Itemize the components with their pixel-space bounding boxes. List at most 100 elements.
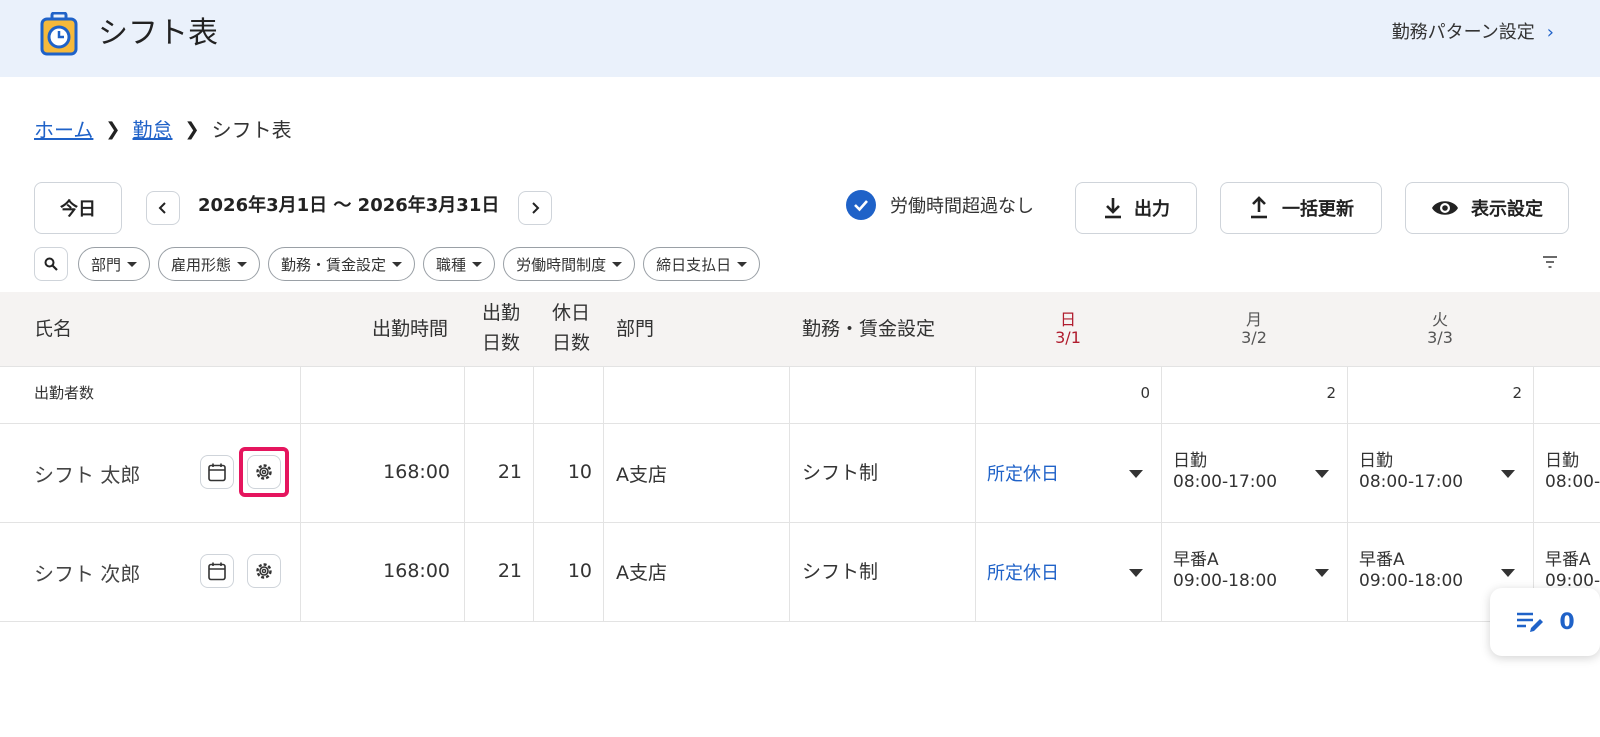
header-work-time: 出勤時間 [372,318,449,340]
overtime-check-status: 労働時間超過なし [846,190,1034,220]
shift-time: 08:00-17:00 [1545,472,1600,492]
attendee-count: 0 [1140,384,1150,402]
filter-list-icon[interactable] [1542,256,1558,268]
filter-working-hours-system[interactable]: 労働時間制度 [503,247,636,281]
caret-down-icon [392,261,403,267]
chevron-right-icon: › [1546,22,1554,43]
work-days-value: 21 [497,560,522,582]
header-off-days-line2: 日数 [552,332,591,354]
shift-select[interactable]: 日勤 08:00-17:00 [1161,424,1341,520]
shift-name: 日勤 [1173,451,1207,471]
filter-job-type[interactable]: 職種 [423,247,496,281]
shift-holiday-label: 所定休日 [987,464,1059,485]
breadcrumb: ホーム ❯ 勤怠 ❯ シフト表 [34,116,292,144]
wage-setting-value: シフト制 [802,462,879,484]
shift-time: 08:00-17:00 [1173,472,1278,492]
caret-down-icon [737,261,748,267]
header-work-days-line1: 出勤 [482,302,521,324]
shift-name: 早番A [1173,550,1219,570]
eye-icon [1432,201,1458,215]
filter-department[interactable]: 部門 [78,247,151,281]
attendee-count: 2 [1326,384,1336,402]
notes-count: 0 [1559,609,1575,635]
filter-employment-type[interactable]: 雇用形態 [158,247,261,281]
filter-closing-payment-date[interactable]: 締日支払日 [643,247,761,281]
work-time-value: 168:00 [383,461,450,483]
header-day-date: 3/3 [1427,328,1453,347]
header-name: 氏名 [34,318,73,340]
edit-note-icon [1517,612,1544,632]
work-days-value: 21 [497,461,522,483]
column-divider [603,366,604,621]
check-circle-icon [846,190,876,220]
calendar-button[interactable] [200,554,234,588]
shift-select[interactable]: 所定休日 [975,424,1155,520]
wage-setting-value: シフト制 [802,561,879,583]
column-divider [533,366,534,621]
shift-time: 09:00-18:00 [1359,571,1464,591]
breadcrumb-home-link[interactable]: ホーム [34,116,93,144]
header-department: 部門 [616,318,655,340]
shift-time: 08:00-17:00 [1359,472,1464,492]
page-title: シフト表 [98,16,218,51]
header-day-date: 3/1 [1055,328,1081,347]
caret-down-icon [237,261,248,267]
gear-icon [256,563,272,579]
shift-name: 早番A [1545,550,1591,570]
calendar-button[interactable] [200,455,234,489]
attendee-count: 2 [1512,384,1522,402]
settings-button[interactable] [247,554,281,588]
caret-down-icon [127,261,138,267]
export-label: 出力 [1134,199,1170,220]
chevron-right-icon: ❯ [105,119,121,140]
filter-wage-setting[interactable]: 勤務・賃金設定 [268,247,416,281]
shift-select[interactable]: 日勤 08:00-17:00 [1347,424,1527,520]
breadcrumb-attendance-link[interactable]: 勤怠 [133,116,173,144]
next-period-button[interactable] [518,191,552,225]
header-day-weekday: 火 [1431,310,1448,329]
caret-down-icon [1315,470,1329,478]
bulk-update-button[interactable]: 一括更新 [1220,182,1382,234]
column-divider [464,366,465,621]
caret-down-icon [1129,470,1143,478]
employee-name: シフト 次郎 [34,562,141,586]
calendar-icon [208,463,226,482]
shift-name: 日勤 [1359,451,1393,471]
search-icon [44,257,58,271]
caret-down-icon [1501,470,1515,478]
timer-bag-icon [40,12,78,56]
filter-chips: 部門 雇用形態 勤務・賃金設定 職種 労働時間制度 締日支払日 [78,247,761,281]
previous-period-button[interactable] [146,191,180,225]
shift-select[interactable]: 日勤 08:00-17:00 [1533,424,1600,520]
caret-down-icon [612,261,623,267]
today-button[interactable]: 今日 [34,182,122,234]
chevron-left-icon [158,202,166,214]
settings-button[interactable] [247,455,281,489]
download-icon [1105,198,1121,219]
work-pattern-settings-link[interactable]: 勤務パターン設定 › [1392,20,1554,46]
department-value: A支店 [616,464,667,486]
gear-icon [256,464,272,480]
shift-select[interactable]: 早番A 09:00-18:00 [1161,523,1341,619]
off-days-value: 10 [567,560,592,582]
chevron-right-icon [532,202,540,214]
shift-name: 早番A [1359,550,1405,570]
breadcrumb-current: シフト表 [211,118,292,142]
attendee-count-label: 出勤者数 [34,384,95,402]
header-day-date: 3/2 [1241,328,1267,347]
overtime-check-label: 労働時間超過なし [890,196,1034,217]
shift-select[interactable]: 所定休日 [975,523,1155,619]
work-pattern-settings-label: 勤務パターン設定 [1391,22,1535,43]
caret-down-icon [1129,569,1143,577]
chevron-right-icon: ❯ [184,119,200,140]
export-button[interactable]: 出力 [1075,182,1197,234]
display-settings-button[interactable]: 表示設定 [1405,182,1569,234]
bulk-update-label: 一括更新 [1282,199,1354,220]
column-divider [300,366,301,621]
row-divider [0,621,1600,622]
off-days-value: 10 [567,461,592,483]
search-button[interactable] [34,247,68,281]
caret-down-icon [1501,569,1515,577]
row-divider [0,366,1600,367]
notes-fab-button[interactable]: 0 [1490,588,1600,656]
